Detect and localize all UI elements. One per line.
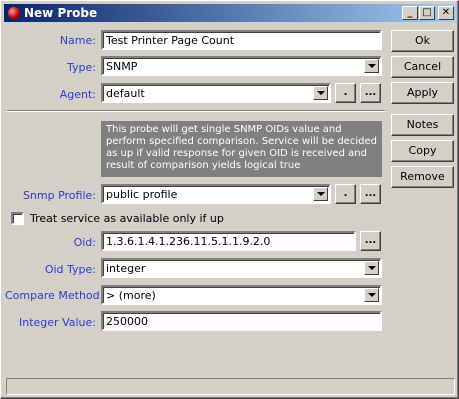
chevron-down-icon[interactable]: [364, 59, 379, 73]
integer-value-label: Integer Value:: [19, 316, 96, 329]
oid-browse-button[interactable]: ...: [360, 231, 381, 251]
remove-button[interactable]: Remove: [391, 166, 454, 188]
probe-app-icon: [8, 7, 20, 19]
type-select[interactable]: SNMP: [101, 56, 382, 76]
oid-type-label: Oid Type:: [44, 263, 96, 276]
chevron-down-icon[interactable]: [364, 261, 379, 275]
snmp-profile-label: Snmp Profile:: [22, 189, 96, 202]
chevron-down-icon[interactable]: [313, 187, 328, 201]
oid-type-select[interactable]: integer: [101, 258, 382, 278]
snmp-profile-select[interactable]: public profile: [101, 184, 331, 204]
agent-select[interactable]: default: [101, 83, 331, 103]
compare-method-value: > (more): [106, 289, 156, 302]
name-input[interactable]: Test Printer Page Count: [101, 30, 382, 50]
treat-service-checkbox[interactable]: [11, 212, 24, 225]
apply-button[interactable]: Apply: [391, 82, 454, 104]
chevron-down-icon[interactable]: [313, 86, 328, 100]
new-probe-dialog: New Probe _ □ ✕ Name: Test Printer Page …: [0, 0, 459, 399]
copy-button[interactable]: Copy: [391, 140, 454, 162]
notes-button[interactable]: Notes: [391, 114, 454, 136]
chevron-down-icon[interactable]: [364, 288, 379, 302]
ok-button[interactable]: Ok: [391, 30, 454, 52]
probe-description: This probe will get single SNMP OIDs val…: [101, 121, 382, 177]
close-button[interactable]: ✕: [438, 6, 454, 20]
agent-browse-button[interactable]: ...: [360, 83, 381, 103]
compare-method-label: Compare Method:: [5, 289, 104, 302]
oid-input[interactable]: 1.3.6.1.4.1.236.11.5.1.1.9.2.0: [101, 231, 356, 251]
cancel-button[interactable]: Cancel: [391, 56, 454, 78]
integer-value-input[interactable]: 250000: [101, 311, 382, 331]
agent-add-button[interactable]: .: [335, 83, 356, 103]
name-label: Name:: [59, 34, 96, 47]
title-bar[interactable]: New Probe _ □ ✕: [4, 4, 457, 22]
agent-label: Agent:: [59, 88, 96, 101]
maximize-button[interactable]: □: [419, 6, 435, 20]
minimize-button[interactable]: _: [402, 6, 418, 20]
treat-service-label: Treat service as available only if up: [30, 212, 224, 225]
status-bar: [6, 378, 455, 395]
oid-type-value: integer: [106, 262, 146, 275]
separator: [7, 110, 385, 112]
type-label: Type:: [67, 61, 96, 74]
agent-value: default: [106, 87, 145, 100]
snmp-profile-add-button[interactable]: .: [335, 184, 356, 204]
snmp-profile-browse-button[interactable]: ...: [360, 184, 381, 204]
compare-method-select[interactable]: > (more): [101, 285, 382, 305]
oid-label: Oid:: [73, 236, 96, 249]
window-title: New Probe: [24, 6, 98, 20]
type-value: SNMP: [106, 60, 138, 73]
snmp-profile-value: public profile: [106, 188, 178, 201]
